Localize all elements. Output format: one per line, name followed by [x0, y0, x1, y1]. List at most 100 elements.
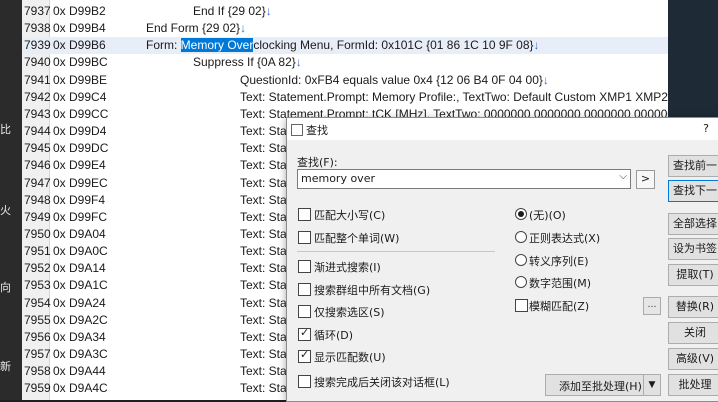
line-break-arrow-icon: ↓	[295, 55, 302, 70]
line-address: 0x D99BC	[53, 55, 108, 70]
line-number: 7952	[24, 261, 51, 276]
bookmark-button[interactable]: 设为书签	[668, 238, 718, 260]
code-line[interactable]: 7937 0x D99B2 End If {29 02}↓	[22, 3, 668, 20]
show-count-label: 显示匹配数(U)	[314, 351, 386, 364]
line-code-text: Text: Sta	[240, 347, 287, 361]
line-number: 7943	[24, 106, 51, 121]
find-prev-button[interactable]: 查找前一	[668, 155, 718, 177]
line-code-text: Text: Sta	[240, 175, 287, 190]
code-line[interactable]: 7938 0x D99B4 End Form {29 02}↓	[22, 20, 668, 37]
line-number: 7938	[24, 21, 51, 36]
mode-escape-label: 转义序列(E)	[529, 255, 589, 268]
line-code: Form: Memory Overclocking Menu, FormId: …	[146, 37, 540, 54]
line-number: 7940	[24, 55, 51, 70]
mode-numeric-label: 数字范围(M)	[529, 277, 592, 290]
replace-button[interactable]: 替换(R)	[668, 296, 718, 318]
line-code: Text: Sta	[240, 329, 287, 346]
mode-regex-radio[interactable]	[515, 231, 527, 243]
advanced-button[interactable]: 高级(V)	[668, 348, 718, 370]
selection-only-checkbox[interactable]	[298, 305, 311, 318]
mode-none-radio[interactable]	[515, 208, 527, 220]
find-combobox[interactable]: ⌵	[297, 169, 631, 189]
line-address: 0x D9A3C	[53, 347, 108, 361]
match-case-label: 匹配大小写(C)	[314, 209, 386, 222]
fuzzy-checkbox[interactable]	[515, 299, 528, 312]
dialog-title: 查找	[306, 124, 328, 137]
mode-regex-label: 正则表达式(X)	[529, 232, 601, 245]
line-number: 7941	[24, 72, 51, 87]
fuzzy-settings-button[interactable]: …	[643, 297, 661, 315]
line-code: Text: Sta	[240, 226, 287, 243]
code-line[interactable]: 7941 0x D99BE QuestionId: 0xFB4 equals val…	[22, 72, 668, 89]
line-address: 0x D9A44	[53, 364, 106, 379]
fuzzy-label: 模糊匹配(Z)	[529, 300, 590, 313]
mode-numeric-radio[interactable]	[515, 276, 527, 288]
line-code-text: Text: Statement.Prompt: Memory Profile:,…	[240, 89, 668, 104]
find-dialog: 查找 ? 查找(F): ⌵ > 匹配大小写(C) 匹配整个单词(W) 渐进式搜索…	[286, 117, 718, 402]
add-to-batch-splitbutton[interactable]: 添加至批处理(H) ▼	[545, 374, 661, 396]
find-next-button[interactable]: 查找下一	[668, 180, 718, 202]
line-address: 0x D99DC	[53, 141, 109, 156]
close-button[interactable]: 关闭	[668, 322, 718, 344]
line-number: 7945	[24, 141, 51, 156]
whole-word-checkbox[interactable]	[298, 231, 311, 244]
line-code-text: Text: Sta	[240, 261, 287, 276]
help-button[interactable]: ?	[703, 122, 709, 135]
line-number: 7939	[24, 38, 51, 53]
incremental-checkbox[interactable]	[298, 260, 311, 273]
line-code-text: Text: Sta	[240, 312, 287, 327]
line-code: Text: Sta	[240, 140, 287, 157]
wrap-checkbox[interactable]	[298, 326, 311, 341]
code-line[interactable]: 7942 0x D99C4 Text: Statement.Prompt: Memo…	[22, 89, 668, 106]
line-break-arrow-icon: ↓	[265, 4, 272, 18]
line-code: Text: Sta	[240, 192, 287, 209]
line-number: 7947	[24, 175, 51, 190]
line-code: Text: Sta	[240, 312, 287, 329]
close-after-checkbox[interactable]	[298, 375, 311, 388]
line-number: 7944	[24, 124, 51, 139]
match-case-checkbox[interactable]	[298, 208, 311, 221]
line-address: 0x D99B6	[53, 38, 106, 53]
line-number: 7958	[24, 364, 51, 379]
batch-button[interactable]: 批处理	[668, 374, 718, 396]
close-after-label: 搜索完成后关闭该对话框(L)	[314, 376, 450, 389]
line-number: 7956	[24, 329, 51, 344]
line-address: 0x D99B2	[53, 4, 106, 18]
line-code-text: Text: Sta	[240, 124, 287, 139]
add-to-batch-label: 添加至批处理(H)	[559, 380, 642, 393]
chevron-down-icon[interactable]: ⌵	[619, 171, 627, 182]
left-strip-char: 火	[0, 204, 11, 217]
code-line[interactable]: 7939 0x D99B6 Form: Memory Overclocking Me…	[22, 37, 668, 55]
dialog-titlebar[interactable]: 查找 ?	[287, 118, 718, 140]
code-line[interactable]: 7940 0x D99BC Suppress If {0A 82}↓	[22, 54, 668, 71]
extract-button[interactable]: 提取(T)	[668, 264, 718, 286]
line-address: 0x D9A4C	[53, 381, 108, 396]
line-address: 0x D9A1C	[53, 278, 108, 293]
line-break-arrow-icon: ↓	[542, 72, 549, 87]
line-code-text: End If {29 02}	[193, 4, 266, 18]
select-all-button[interactable]: 全部选择	[668, 213, 718, 235]
line-number: 7957	[24, 347, 51, 361]
line-number: 7959	[24, 381, 51, 396]
left-strip-char: 向	[0, 281, 11, 294]
line-code-text: Text: Sta	[240, 329, 287, 344]
line-code: Text: Sta	[240, 295, 287, 312]
selection-only-label: 仅搜索选区(S)	[314, 306, 385, 319]
line-code: Text: Sta	[240, 380, 287, 397]
line-address: 0x D99C4	[53, 89, 107, 104]
line-address: 0x D99B4	[53, 21, 106, 36]
line-code: End If {29 02}↓	[193, 3, 272, 20]
line-address: 0x D99D4	[53, 124, 107, 139]
line-code-text: Text: Sta	[240, 381, 287, 396]
dropdown-arrow-icon[interactable]: ▼	[643, 375, 660, 395]
mode-escape-radio[interactable]	[515, 254, 527, 266]
show-count-checkbox[interactable]	[298, 348, 311, 363]
search-all-docs-checkbox[interactable]	[298, 283, 311, 296]
go-button[interactable]: >	[636, 170, 655, 189]
line-code: Text: Sta	[240, 260, 287, 277]
line-code: Text: Sta	[240, 175, 287, 192]
line-code-text: Text: Sta	[240, 141, 287, 156]
line-code-text: Text: Sta	[240, 209, 287, 224]
line-code: Text: Statement.Prompt: Memory Profile:,…	[240, 89, 668, 106]
find-input[interactable]	[298, 170, 614, 186]
